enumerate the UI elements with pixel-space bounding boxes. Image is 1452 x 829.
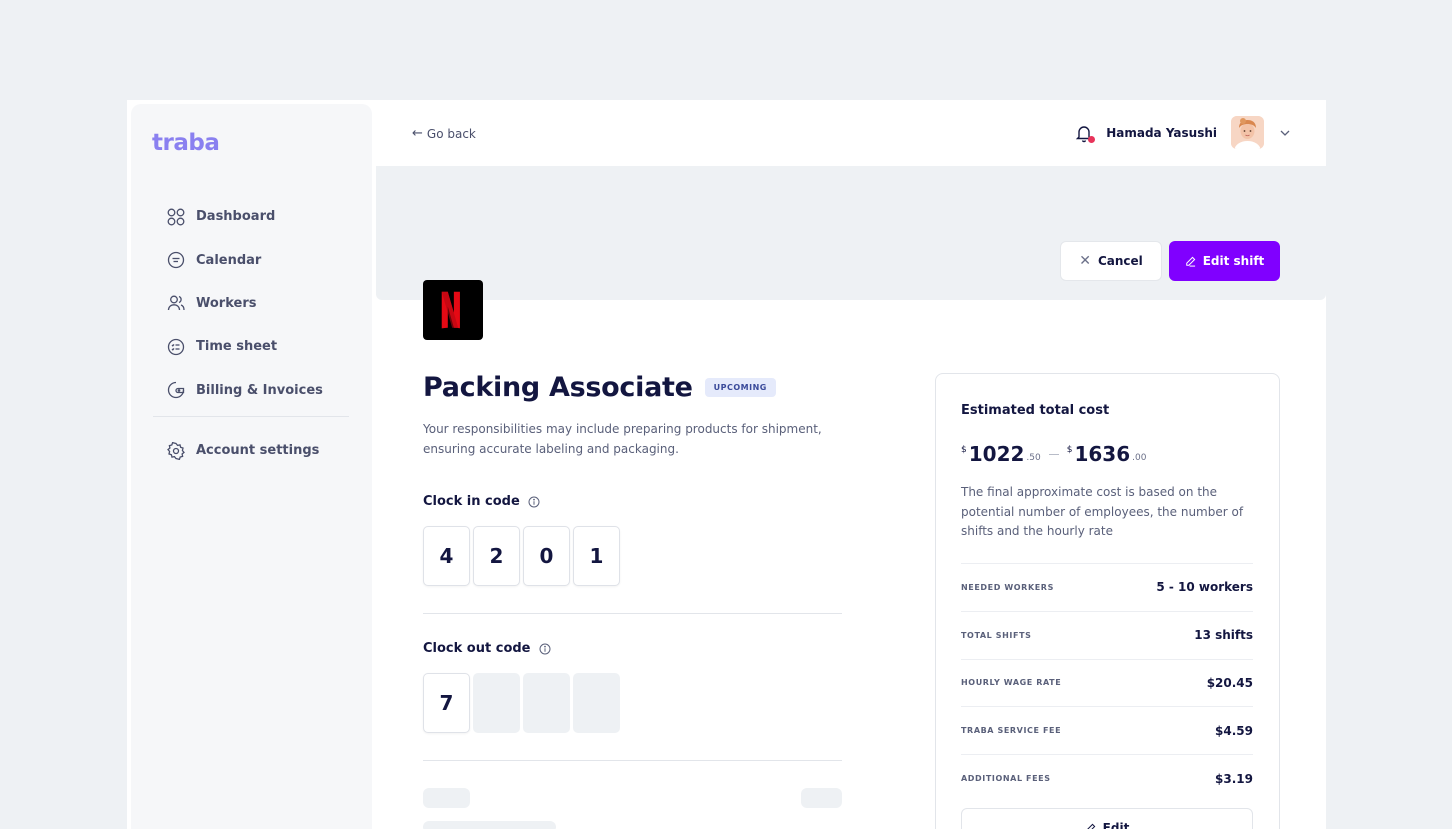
sidebar-item-label: Dashboard xyxy=(196,209,276,225)
pencil-icon xyxy=(1086,823,1096,829)
loading-placeholder xyxy=(801,788,842,808)
cost-row: HOURLY WAGE RATE $20.45 xyxy=(961,658,1253,707)
sidebar-divider xyxy=(153,416,349,417)
cost-description: The final approximate cost is based on t… xyxy=(961,485,1244,538)
loading-placeholder xyxy=(423,821,556,829)
clock-out-code-title: Clock out code xyxy=(423,641,531,656)
sidebar-settings: Account settings xyxy=(167,429,357,472)
info-icon[interactable] xyxy=(528,496,540,508)
code-digit: 7 xyxy=(423,673,470,733)
sidebar-nav: Dashboard Calendar Workers Time sheet Bi… xyxy=(167,195,357,412)
app-container: traba Dashboard Calendar Workers Time sh… xyxy=(127,100,1326,829)
clock-in-code-title: Clock in code xyxy=(423,494,520,509)
user-menu: Hamada Yasushi xyxy=(1074,116,1292,149)
clock-in-code-label: Clock in code xyxy=(423,494,540,509)
code-digit-empty xyxy=(473,673,520,733)
code-digit: 0 xyxy=(523,526,570,586)
sidebar-item-calendar[interactable]: Calendar xyxy=(167,238,357,281)
card-title: Estimated total cost xyxy=(961,403,1110,418)
calendar-icon xyxy=(167,251,185,269)
shift-title-row: Packing Associate UPCOMING xyxy=(423,372,776,403)
arrow-left-icon: ← xyxy=(412,126,423,141)
close-icon: ✕ xyxy=(1079,253,1091,269)
sidebar-item-workers[interactable]: Workers xyxy=(167,282,357,325)
cost-row: NEEDED WORKERS 5 - 10 workers xyxy=(961,563,1253,611)
status-badge: UPCOMING xyxy=(704,378,776,397)
cost-row-value: 13 shifts xyxy=(1194,628,1253,643)
go-back-link[interactable]: ← Go back xyxy=(412,126,476,141)
section-divider xyxy=(423,613,842,614)
sidebar-item-label: Billing & Invoices xyxy=(196,382,323,398)
edit-cost-label: Edit xyxy=(1102,821,1130,829)
currency-symbol: $ xyxy=(961,445,967,455)
code-digit: 1 xyxy=(573,526,620,586)
company-logo xyxy=(423,280,483,340)
sidebar-item-billing[interactable]: Billing & Invoices xyxy=(167,369,357,412)
cost-high-cents: .00 xyxy=(1132,453,1147,463)
users-icon xyxy=(167,294,185,312)
cost-range: $ 1022 .50 $ 1636 .00 xyxy=(961,442,1146,466)
code-digit-empty xyxy=(573,673,620,733)
notification-dot xyxy=(1088,135,1096,143)
code-digit: 4 xyxy=(423,526,470,586)
cost-row: TRABA SERVICE FEE $4.59 xyxy=(961,706,1253,754)
pencil-icon xyxy=(1185,256,1196,267)
cost-row-label: ADDITIONAL FEES xyxy=(961,774,1051,784)
section-divider xyxy=(423,760,842,761)
info-icon[interactable] xyxy=(539,643,551,655)
cost-row-value: $3.19 xyxy=(1215,771,1253,786)
avatar[interactable] xyxy=(1231,116,1264,149)
sidebar-item-label: Workers xyxy=(196,295,257,311)
cost-low-whole: 1022 xyxy=(968,442,1025,466)
sidebar-item-account-settings[interactable]: Account settings xyxy=(167,429,357,472)
clock-out-code: 7 xyxy=(423,673,623,733)
bell-icon[interactable] xyxy=(1074,123,1096,143)
cancel-label: Cancel xyxy=(1097,254,1143,268)
brand-logo[interactable]: traba xyxy=(152,130,220,156)
sidebar-item-time-sheet[interactable]: Time sheet xyxy=(167,325,357,368)
go-back-label: Go back xyxy=(426,126,476,141)
edit-shift-label: Edit shift xyxy=(1202,254,1265,268)
edit-shift-button[interactable]: Edit shift xyxy=(1169,241,1280,281)
range-dash xyxy=(1048,454,1059,455)
cost-row-label: TRABA SERVICE FEE xyxy=(961,726,1062,736)
cost-row: ADDITIONAL FEES $3.19 xyxy=(961,754,1253,802)
timesheet-icon xyxy=(167,338,185,356)
cost-row-value: 5 - 10 workers xyxy=(1156,580,1253,595)
cost-details: NEEDED WORKERS 5 - 10 workers TOTAL SHIF… xyxy=(961,563,1253,802)
cost-row-label: TOTAL SHIFTS xyxy=(961,630,1032,640)
currency-symbol: $ xyxy=(1066,445,1073,455)
loading-placeholder xyxy=(423,788,470,808)
sidebar-item-dashboard[interactable]: Dashboard xyxy=(167,195,357,238)
shift-description: Your responsibilities may include prepar… xyxy=(423,422,822,456)
edit-cost-button[interactable]: Edit xyxy=(961,808,1253,829)
cost-high-whole: 1636 xyxy=(1074,442,1131,466)
cost-row-value: $20.45 xyxy=(1206,675,1253,690)
cost-row: TOTAL SHIFTS 13 shifts xyxy=(961,610,1253,659)
sidebar-item-label: Account settings xyxy=(196,443,320,459)
sidebar: traba Dashboard Calendar Workers Time sh… xyxy=(131,104,372,829)
sidebar-item-label: Time sheet xyxy=(196,339,278,355)
gear-icon xyxy=(167,441,185,460)
cost-row-label: HOURLY WAGE RATE xyxy=(961,678,1062,688)
clock-in-code: 4 2 0 1 xyxy=(423,526,623,586)
code-digit: 2 xyxy=(473,526,520,586)
clock-out-code-label: Clock out code xyxy=(423,641,551,656)
page-title: Packing Associate xyxy=(423,372,693,403)
cancel-button[interactable]: ✕ Cancel xyxy=(1060,241,1162,281)
window-frame: traba Dashboard Calendar Workers Time sh… xyxy=(0,0,1452,829)
code-digit-empty xyxy=(523,673,570,733)
sidebar-item-label: Calendar xyxy=(196,252,262,268)
top-bar: ← Go back Hamada Yasushi xyxy=(376,100,1326,166)
chevron-down-icon[interactable] xyxy=(1278,126,1292,140)
estimated-cost-card: Estimated total cost $ 1022 .50 $ 1636 .… xyxy=(935,373,1280,829)
cost-row-label: NEEDED WORKERS xyxy=(961,582,1054,592)
grid-icon xyxy=(167,208,185,226)
user-name[interactable]: Hamada Yasushi xyxy=(1106,126,1217,140)
cost-low-cents: .50 xyxy=(1026,453,1041,463)
cost-row-value: $4.59 xyxy=(1215,723,1253,738)
shift-banner: ✕ Cancel Edit shift xyxy=(376,166,1326,300)
wallet-icon xyxy=(167,381,185,399)
